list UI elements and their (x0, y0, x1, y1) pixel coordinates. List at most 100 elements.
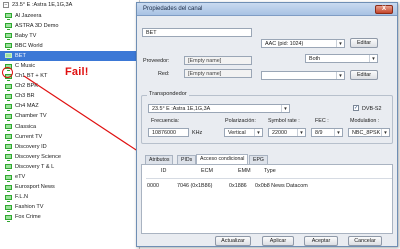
audio-track-select[interactable]: AAC (pid: 1024) ▼ (261, 39, 345, 48)
channel-name: Ch2 BPK (15, 83, 39, 90)
channel-list-item[interactable]: Al Jazeera (0, 11, 139, 21)
channel-name: Ch4 MAZ (15, 103, 39, 110)
provider-field[interactable]: [Empty name] (184, 56, 252, 65)
dialog-title: Propiedades del canal (143, 6, 203, 12)
collapse-icon[interactable]: − (3, 2, 9, 9)
column-header-emm[interactable]: EMM (238, 168, 251, 174)
modulation-select[interactable]: NBC_8PSK ▼ (348, 128, 390, 137)
transponder-select[interactable]: 23.5° E :Astra 1E,1G,3A ▼ (148, 104, 290, 113)
channel-name: Ch3 BR (15, 93, 35, 100)
apply-button[interactable]: Aplicar (262, 236, 294, 246)
frequency-input[interactable]: 10876000 (148, 128, 189, 137)
audio-track-value: AAC (pid: 1024) (265, 41, 304, 47)
channel-list-item[interactable]: BET (0, 50, 139, 61)
channel-list-item[interactable]: Current TV (0, 132, 139, 142)
dropdown-arrow-icon: ▼ (369, 55, 377, 62)
dropdown-arrow-icon: ▼ (297, 129, 305, 136)
channel-name: F.L.N (15, 194, 29, 201)
channel-name: BBC World (15, 42, 43, 49)
channel-name: Al Jazeera (15, 12, 42, 19)
channel-list-item[interactable]: eTV (0, 172, 139, 182)
tv-icon (5, 134, 12, 142)
tv-icon (5, 103, 12, 111)
extra-select[interactable]: ▼ (261, 71, 345, 80)
column-header-type[interactable]: Type (264, 168, 276, 174)
edit-audio-button[interactable]: Editar (350, 38, 378, 48)
fec-select[interactable]: 8/9 ▼ (311, 128, 343, 137)
close-button[interactable]: X (375, 5, 393, 14)
dvbs2-label: DVB-S2 (362, 106, 382, 112)
tv-icon (5, 154, 12, 162)
channel-list-item[interactable]: Ch4 MAZ (0, 101, 139, 111)
fec-label: FEC : (315, 118, 329, 124)
satellite-node[interactable]: − 23.5° E :Astra 1E,1G,3A (0, 0, 139, 11)
channel-list-item[interactable]: F.L.N (0, 192, 139, 202)
channel-list-item[interactable]: Baby TV (0, 31, 139, 41)
tv-icon (5, 53, 12, 61)
channel-name: C Music (15, 62, 36, 69)
network-label: Red: (158, 71, 170, 77)
channel-tree[interactable]: − 23.5° E :Astra 1E,1G,3A Al Jazeera ASTR… (0, 0, 140, 249)
tab-atributos[interactable]: Atributos (145, 155, 174, 164)
cancel-button[interactable]: Cancelar (348, 236, 382, 246)
channel-list-item[interactable]: Eurosport News (0, 182, 139, 192)
column-header-ecm[interactable]: ECM (201, 168, 213, 174)
frequency-label: Frecuencia: (151, 118, 180, 124)
column-header-id[interactable]: ID (161, 168, 166, 174)
channel-list-item[interactable]: Discovery ID (0, 142, 139, 152)
channel-list-item[interactable]: Discovery Science (0, 152, 139, 162)
fail-annotation: Fail! (65, 66, 89, 78)
channel-list-item[interactable]: Fox Crime (0, 212, 139, 222)
dropdown-arrow-icon: ▼ (334, 129, 342, 136)
dropdown-arrow-icon: ▼ (336, 72, 344, 79)
channel-list-item[interactable]: Classica (0, 122, 139, 132)
tv-icon (5, 124, 12, 132)
channel-name: Ch1 BT + KT (15, 73, 48, 80)
tv-icon (5, 174, 12, 182)
channel-name: Classica (15, 123, 37, 130)
tv-icon (5, 13, 12, 21)
channel-list-item[interactable]: ASTRA 3D Demo (0, 21, 139, 31)
channel-list-item[interactable]: Ch2 BPK (0, 81, 139, 91)
polarization-select[interactable]: Vertical ▼ (224, 128, 263, 137)
cell-emm: 0x1886 (229, 183, 247, 189)
tv-icon (5, 164, 12, 172)
satellite-label: 23.5° E :Astra 1E,1G,3A (12, 2, 73, 8)
channel-name: BET (15, 52, 26, 59)
channel-list-item[interactable]: BBC World (0, 41, 139, 51)
channel-name: Discovery T & L (15, 163, 55, 170)
tv-icon (5, 33, 12, 41)
tab-pids[interactable]: PIDs (177, 155, 197, 164)
network-field[interactable]: [Empty name] (184, 69, 252, 78)
cell-type: 0x0b8 News Datacom (255, 183, 308, 189)
symbol-rate-select[interactable]: 22000 ▼ (268, 128, 306, 137)
dropdown-arrow-icon: ▼ (336, 40, 344, 47)
dialog-titlebar[interactable]: Propiedades del canal X (137, 3, 397, 16)
channel-list-item[interactable]: Ch3 BR (0, 91, 139, 101)
provider-label: Proveedor: (143, 58, 170, 64)
dvbs2-checkbox[interactable]: ✓ (353, 105, 359, 111)
edit-extra-button[interactable]: Editar (350, 70, 378, 80)
channel-name: Discovery ID (15, 143, 47, 150)
tv-icon (5, 214, 12, 222)
tab-epg[interactable]: EPG (249, 155, 268, 164)
channel-name: Current TV (15, 133, 43, 140)
cell-ecm: 7046 (0x1B86) (177, 183, 213, 189)
tv-icon (5, 23, 12, 31)
tv-icon (5, 184, 12, 192)
channel-list-item[interactable]: Chamber TV (0, 111, 139, 121)
fec-value: 8/9 (315, 130, 323, 136)
update-button[interactable]: Actualizar (215, 236, 251, 246)
accept-button[interactable]: Aceptar (304, 236, 338, 246)
symbol-rate-label: Symbol rate : (268, 118, 300, 124)
channel-name: Chamber TV (15, 113, 47, 120)
conditional-access-panel: ID ECM EMM Type 0000 7046 (0x1B86) 0x188… (141, 164, 393, 234)
transponder-title: Transpondedor (147, 91, 189, 97)
audio-mode-select[interactable]: Both ▼ (305, 54, 378, 63)
modulation-label: Modulation : (350, 118, 380, 124)
channel-name: Eurosport News (15, 184, 55, 191)
polarization-value: Vertical (228, 130, 246, 136)
channel-name-input[interactable]: BET (142, 28, 252, 37)
channel-list-item[interactable]: Discovery T & L (0, 162, 139, 172)
channel-list-item[interactable]: Fashion TV (0, 202, 139, 212)
